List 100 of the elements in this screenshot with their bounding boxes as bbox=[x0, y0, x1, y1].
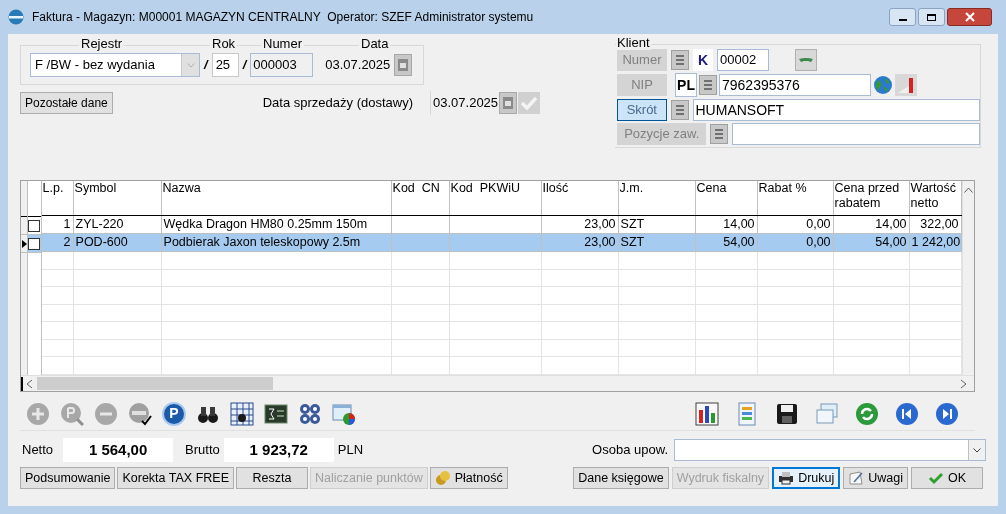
country-code: PL bbox=[675, 73, 697, 97]
column-header[interactable]: Wartość netto bbox=[909, 181, 962, 216]
window-chart-icon[interactable] bbox=[332, 401, 356, 426]
table-cell: 23,00 bbox=[584, 235, 616, 250]
numer-label: Numer bbox=[261, 37, 304, 51]
save-icon[interactable] bbox=[775, 401, 799, 426]
client-text-field[interactable] bbox=[731, 123, 980, 145]
gears-icon[interactable] bbox=[298, 401, 322, 426]
scroll-up-icon[interactable] bbox=[963, 187, 973, 193]
client-type-code: K bbox=[693, 49, 713, 71]
numer-field[interactable]: 000003 bbox=[250, 53, 314, 77]
table-cell: SZT bbox=[620, 235, 645, 250]
table-cell: 0,00 bbox=[806, 217, 831, 232]
row-checkbox[interactable] bbox=[28, 237, 41, 250]
table-cell: 23,00 bbox=[584, 217, 616, 232]
column-header[interactable]: Nazwa bbox=[161, 181, 392, 216]
client-number-field[interactable]: 00002 bbox=[717, 49, 769, 71]
date-text: 03.07.2025 bbox=[325, 56, 391, 75]
table-cell: 0,00 bbox=[806, 235, 831, 250]
rejestr-dropdown[interactable]: F /BW - bez wydania bbox=[30, 53, 200, 77]
list-icon[interactable] bbox=[710, 124, 728, 144]
minimize-button[interactable] bbox=[889, 8, 916, 26]
horizontal-scrollbar[interactable] bbox=[21, 375, 974, 391]
other-data-button[interactable]: Pozostałe dane bbox=[20, 92, 113, 114]
bar-chart-icon[interactable] bbox=[695, 401, 719, 426]
zoom-icon[interactable] bbox=[60, 401, 84, 426]
action-button[interactable]: Korekta TAX FREE bbox=[117, 467, 234, 489]
calendar-icon[interactable] bbox=[499, 92, 518, 114]
action-button[interactable]: OK bbox=[911, 467, 983, 489]
chevron-down-icon bbox=[186, 62, 195, 68]
chart-icon[interactable] bbox=[895, 74, 917, 96]
nip-field[interactable]: 7962395376 bbox=[719, 74, 871, 96]
check-icon bbox=[927, 471, 944, 485]
sale-date-label: Data sprzedaży (dostawy) bbox=[262, 94, 413, 113]
column-header[interactable]: Kod PKWiU bbox=[449, 181, 542, 216]
table-cell: SZT bbox=[620, 217, 645, 232]
close-icon bbox=[964, 12, 975, 22]
client-field-label[interactable]: Skrót bbox=[617, 99, 667, 121]
document-icon[interactable] bbox=[735, 401, 759, 426]
last-record-icon[interactable] bbox=[935, 401, 959, 426]
check-icon[interactable] bbox=[518, 92, 541, 114]
column-header[interactable]: Rabat % bbox=[757, 181, 834, 216]
coins-icon bbox=[434, 470, 451, 486]
window-title: Faktura - Magazyn: M00001 MAGAZYN CENTRALNY Operator: SZEF Administrator systemu bbox=[32, 9, 534, 26]
table-cell: 1 242,00 bbox=[911, 235, 961, 250]
table-cell: 54,00 bbox=[723, 235, 755, 250]
action-button[interactable]: Dane księgowe bbox=[573, 467, 669, 489]
table-row[interactable]: 2 POD-600 Podbierak Jaxon teleskopowy 2.5m 23,00 SZT 54,00 0,00 54,00 1 242,00 bbox=[41, 234, 962, 253]
sum-icon[interactable] bbox=[264, 401, 288, 426]
table-cell: Podbierak Jaxon teleskopowy 2.5m bbox=[163, 235, 361, 250]
row-checkbox[interactable] bbox=[28, 219, 41, 232]
rok-field[interactable]: 25 bbox=[211, 53, 239, 77]
list-icon[interactable] bbox=[671, 50, 689, 70]
table-cell: 14,00 bbox=[723, 217, 755, 232]
list-icon[interactable] bbox=[699, 75, 717, 95]
column-header[interactable]: Ilość bbox=[541, 181, 619, 216]
client-text-field[interactable]: HUMANSOFT bbox=[692, 99, 980, 121]
first-record-icon[interactable] bbox=[895, 401, 919, 426]
app-icon bbox=[8, 9, 24, 25]
netto-label: Netto bbox=[22, 441, 54, 460]
separator-text: / bbox=[242, 56, 247, 75]
action-button[interactable]: Uwagi bbox=[843, 467, 908, 489]
maximize-button[interactable] bbox=[918, 8, 945, 26]
edit-check-icon[interactable] bbox=[128, 401, 152, 426]
column-header[interactable]: Cena bbox=[695, 181, 758, 216]
action-button[interactable]: Podsumowanie bbox=[20, 467, 116, 489]
action-button[interactable]: Płatność bbox=[429, 467, 508, 489]
brutto-label: Brutto bbox=[185, 441, 220, 460]
column-header[interactable]: J.m. bbox=[618, 181, 696, 216]
note-icon bbox=[848, 470, 865, 486]
column-header[interactable]: L.p. bbox=[41, 181, 74, 216]
table-cell: 14,00 bbox=[875, 217, 907, 232]
calendar-icon[interactable] bbox=[394, 54, 413, 76]
action-button[interactable]: Reszta bbox=[236, 467, 308, 489]
refresh-icon[interactable] bbox=[855, 401, 879, 426]
globe-icon[interactable] bbox=[873, 74, 893, 96]
brutto-value: 1 923,72 bbox=[223, 438, 334, 462]
rejestr-label: Rejestr bbox=[79, 37, 125, 51]
chevron-down-icon bbox=[973, 447, 981, 453]
client-group-title: Klient bbox=[616, 36, 651, 50]
netto-value: 1 564,00 bbox=[63, 438, 174, 462]
table-search-icon[interactable] bbox=[230, 401, 254, 426]
column-header[interactable]: Cena przed rabatem bbox=[833, 181, 910, 216]
currency-label: PLN bbox=[337, 441, 364, 460]
p-button[interactable]: P bbox=[162, 401, 186, 426]
rok-label: Rok bbox=[210, 37, 238, 51]
table-cell: POD-600 bbox=[75, 235, 128, 250]
data-label: Data bbox=[359, 37, 391, 51]
sale-date-field[interactable]: 03.07.2025 bbox=[430, 91, 499, 115]
close-button[interactable] bbox=[947, 8, 992, 26]
column-header[interactable]: Symbol bbox=[73, 181, 162, 216]
action-button[interactable]: Drukuj bbox=[772, 467, 841, 489]
table-cell: 1 bbox=[63, 217, 71, 232]
table-cell: 322,00 bbox=[920, 217, 959, 232]
separator-text: / bbox=[204, 56, 208, 75]
osoba-label: Osoba upow. bbox=[592, 441, 668, 460]
list-icon[interactable] bbox=[670, 100, 689, 120]
table-cell: Wędka Dragon HM80 0.25mm 150m bbox=[163, 217, 368, 232]
table-cell: 2 bbox=[63, 235, 71, 250]
column-header[interactable]: Kod CN bbox=[391, 181, 450, 216]
